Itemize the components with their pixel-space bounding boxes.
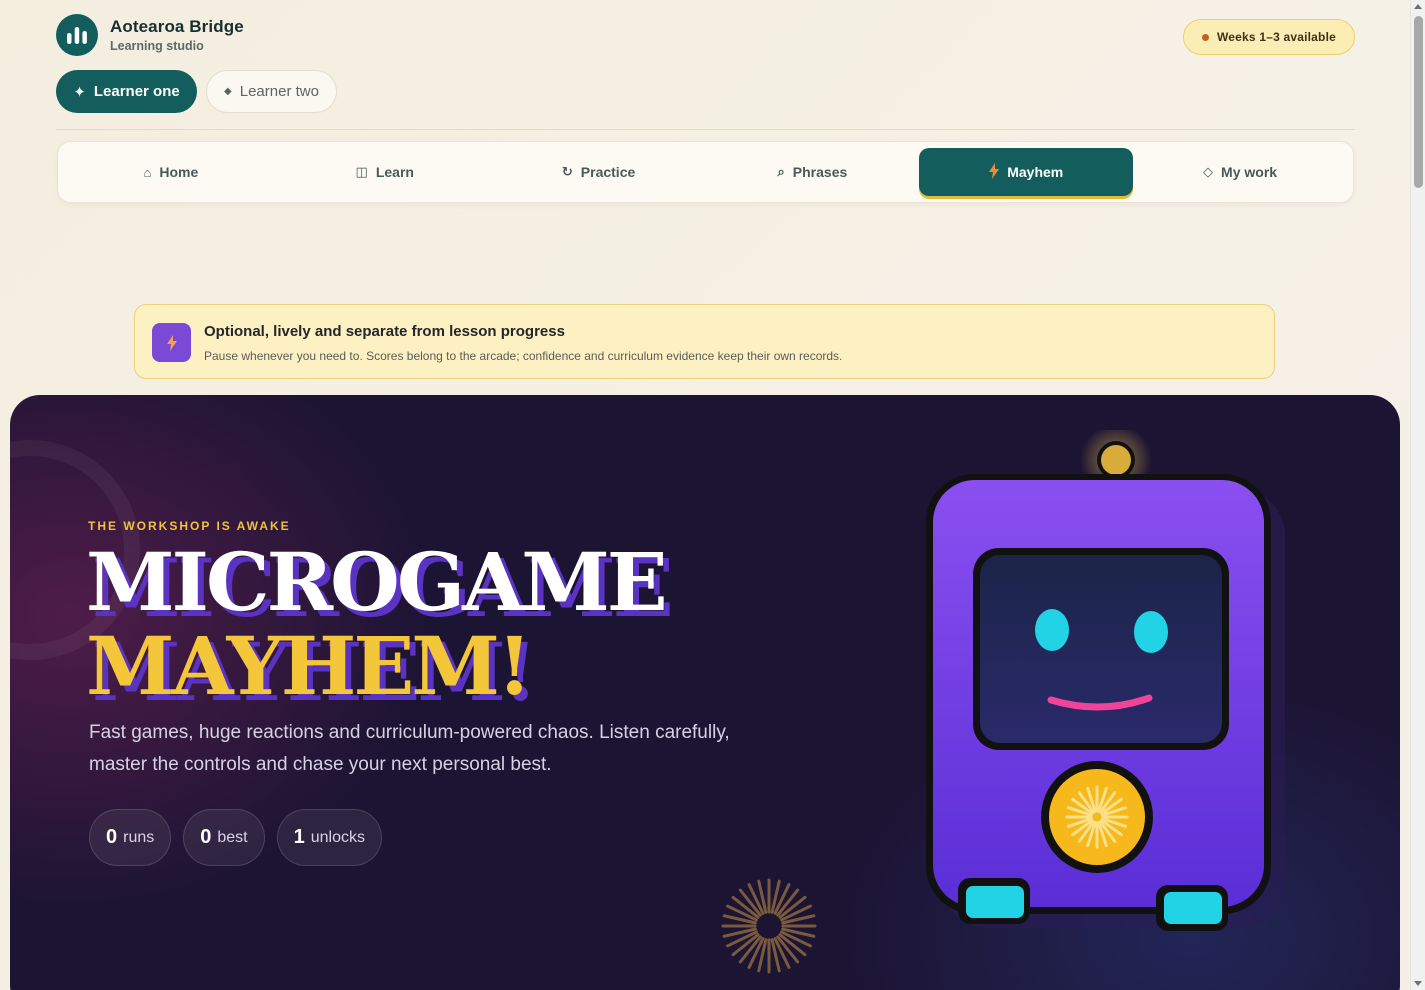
page-scrollbar[interactable]	[1410, 0, 1425, 990]
stat-best: 0 best	[183, 809, 265, 866]
brand-title: Aotearoa Bridge	[110, 17, 244, 36]
tab-mayhem[interactable]: Mayhem	[919, 148, 1134, 196]
stat-best-value: 0	[200, 826, 212, 848]
starburst-icon	[721, 878, 817, 974]
tab-phrases-label: Phrases	[792, 164, 848, 180]
tab-my-work-label: My work	[1221, 164, 1278, 180]
bolt-icon	[989, 162, 1000, 182]
brand[interactable]: Aotearoa Bridge Learning studio	[56, 14, 244, 56]
stat-runs: 0 runs	[89, 809, 172, 866]
robot-mascot-icon	[926, 430, 1285, 931]
tab-learn[interactable]: ◫ Learn	[278, 148, 492, 196]
headline-line-1: MICROGAME	[86, 535, 668, 629]
refresh-icon: ↻	[561, 164, 573, 179]
availability-label: Weeks 1–3 available	[1217, 30, 1336, 44]
hero-headline: MICROGAME MAYHEM!	[86, 535, 668, 714]
tab-practice-label: Practice	[580, 164, 636, 180]
book-icon: ◫	[355, 164, 368, 179]
tab-home[interactable]: ⌂ Home	[64, 148, 278, 196]
tab-home-label: Home	[159, 164, 199, 180]
stat-runs-value: 0	[106, 826, 118, 848]
learner-one-button[interactable]: ✦ Learner one	[56, 70, 197, 113]
notice-body: Pause whenever you need to. Scores belon…	[204, 349, 843, 363]
hero-eyebrow: THE WORKSHOP IS AWAKE	[88, 519, 291, 533]
notice-title: Optional, lively and separate from lesso…	[204, 323, 565, 340]
scroll-up-arrow-icon[interactable]	[1414, 4, 1422, 9]
scroll-down-arrow-icon[interactable]	[1414, 981, 1422, 986]
hero-description: Fast games, huge reactions and curriculu…	[89, 722, 730, 775]
sparkle-icon: ✦	[73, 83, 86, 101]
stat-best-label: best	[217, 828, 248, 846]
learner-one-label: Learner one	[93, 83, 180, 100]
learner-two-button[interactable]: ◆ Learner two	[206, 70, 337, 113]
logo-icon	[56, 14, 98, 56]
tab-my-work[interactable]: ◇ My work	[1133, 148, 1347, 196]
diamond-outline-icon: ◇	[1203, 164, 1214, 179]
mayhem-hero: THE WORKSHOP IS AWAKE MICROGAME MAYHEM! …	[10, 395, 1400, 990]
learner-two-label: Learner two	[239, 83, 319, 100]
learner-switcher: ✦ Learner one ◆ Learner two	[56, 70, 337, 113]
stat-runs-label: runs	[123, 828, 155, 846]
stat-unlocks: 1 unlocks	[276, 809, 382, 866]
tab-phrases[interactable]: ⌕ Phrases	[705, 148, 919, 196]
stat-unlocks-label: unlocks	[310, 828, 365, 846]
brand-subtitle: Learning studio	[110, 39, 204, 53]
availability-badge: Weeks 1–3 available	[1183, 19, 1355, 55]
headline-line-2: MAYHEM!	[86, 619, 532, 714]
search-icon: ⌕	[777, 164, 785, 179]
home-icon: ⌂	[143, 164, 152, 180]
notice-banner: Optional, lively and separate from lesso…	[134, 304, 1275, 379]
tab-practice[interactable]: ↻ Practice	[492, 148, 706, 196]
stats-row: 0 runs 0 best 1 unlocks	[89, 809, 382, 866]
tab-learn-label: Learn	[375, 164, 414, 180]
diamond-icon: ◆	[224, 86, 232, 97]
bolt-icon	[152, 323, 191, 362]
status-dot-icon	[1202, 33, 1209, 41]
scroll-thumb[interactable]	[1414, 16, 1423, 188]
header-divider	[56, 129, 1355, 130]
main-nav: ⌂ Home ◫ Learn ↻ Practice ⌕ Phrases Mayh…	[57, 141, 1354, 203]
stat-unlocks-value: 1	[293, 826, 305, 848]
tab-mayhem-label: Mayhem	[1007, 164, 1064, 180]
